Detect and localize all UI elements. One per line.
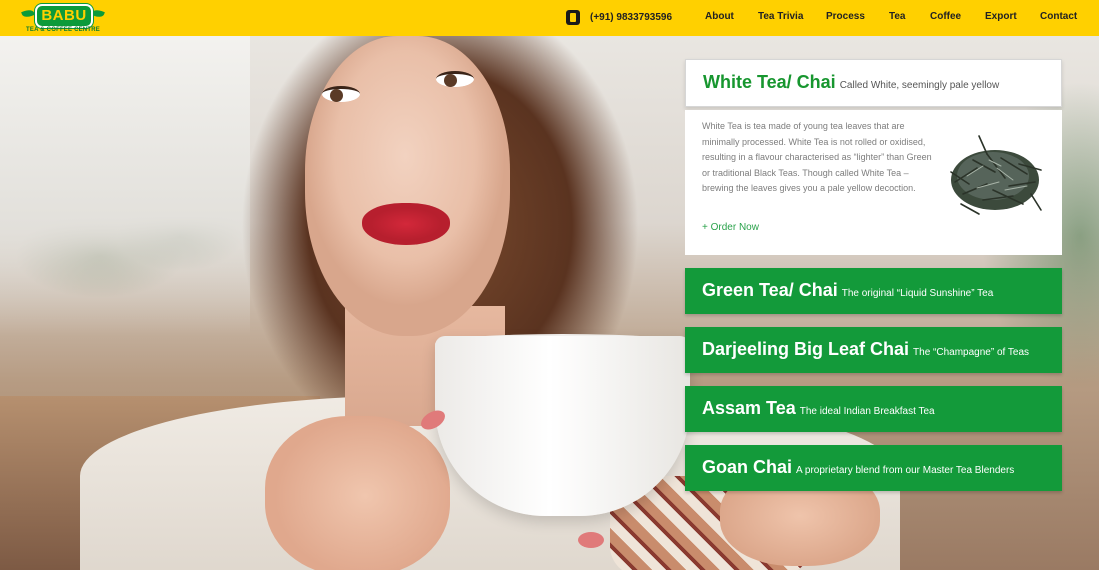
nav-process[interactable]: Process	[826, 11, 865, 22]
red-lips	[362, 203, 450, 245]
product-description: White Tea is tea made of young tea leave…	[702, 121, 932, 193]
babu-logo[interactable]: BABU TEA & COFFEE CENTRE	[21, 4, 105, 34]
nav-export[interactable]: Export	[985, 11, 1017, 22]
product-card-assam[interactable]: Assam Tea The ideal Indian Breakfast Tea	[685, 386, 1062, 432]
nav-coffee[interactable]: Coffee	[930, 11, 961, 22]
leaf-icon	[21, 8, 35, 19]
leaf-icon	[91, 8, 105, 19]
eye	[322, 86, 360, 102]
product-title: White Tea/ Chai	[703, 72, 836, 92]
tea-leaves-image	[950, 135, 1042, 215]
top-navigation-bar: BABU TEA & COFFEE CENTRE (+91) 983379359…	[0, 0, 1099, 36]
product-detail-white-tea: White Tea is tea made of young tea leave…	[685, 110, 1062, 255]
product-subtitle: The original “Liquid Sunshine” Tea	[841, 288, 994, 299]
woman-face	[305, 36, 510, 336]
white-tea-cup	[435, 336, 690, 516]
product-title: Goan Chai	[702, 457, 793, 477]
product-subtitle: The ideal Indian Breakfast Tea	[799, 406, 935, 417]
eye	[436, 71, 474, 87]
logo-wordmark: BABU	[35, 4, 93, 28]
order-now-link[interactable]: + Order Now	[702, 222, 759, 233]
nav-tea[interactable]: Tea	[889, 11, 906, 22]
woman-hand	[265, 416, 450, 570]
nav-contact[interactable]: Contact	[1040, 11, 1077, 22]
product-subtitle: A proprietary blend from our Master Tea …	[796, 465, 1015, 476]
phone-number: (+91) 9833793596	[590, 12, 673, 23]
product-subtitle: Called White, seemingly pale yellow	[839, 80, 1000, 91]
nav-tea-trivia[interactable]: Tea Trivia	[758, 11, 803, 22]
product-title: Green Tea/ Chai	[702, 280, 838, 300]
product-card-goan-chai[interactable]: Goan Chai A proprietary blend from our Ma…	[685, 445, 1062, 491]
product-title: Assam Tea	[702, 398, 796, 418]
phone-icon	[566, 10, 580, 25]
product-subtitle: The “Champagne” of Teas	[913, 347, 1030, 358]
product-card-green-tea[interactable]: Green Tea/ Chai The original “Liquid Suns…	[685, 268, 1062, 314]
product-card-darjeeling[interactable]: Darjeeling Big Leaf Chai The “Champagne” …	[685, 327, 1062, 373]
nav-about[interactable]: About	[705, 11, 734, 22]
logo-subtitle: TEA & COFFEE CENTRE	[26, 27, 100, 33]
product-title: Darjeeling Big Leaf Chai	[702, 339, 910, 359]
product-card-white-tea[interactable]: White Tea/ Chai Called White, seemingly p…	[685, 59, 1062, 107]
